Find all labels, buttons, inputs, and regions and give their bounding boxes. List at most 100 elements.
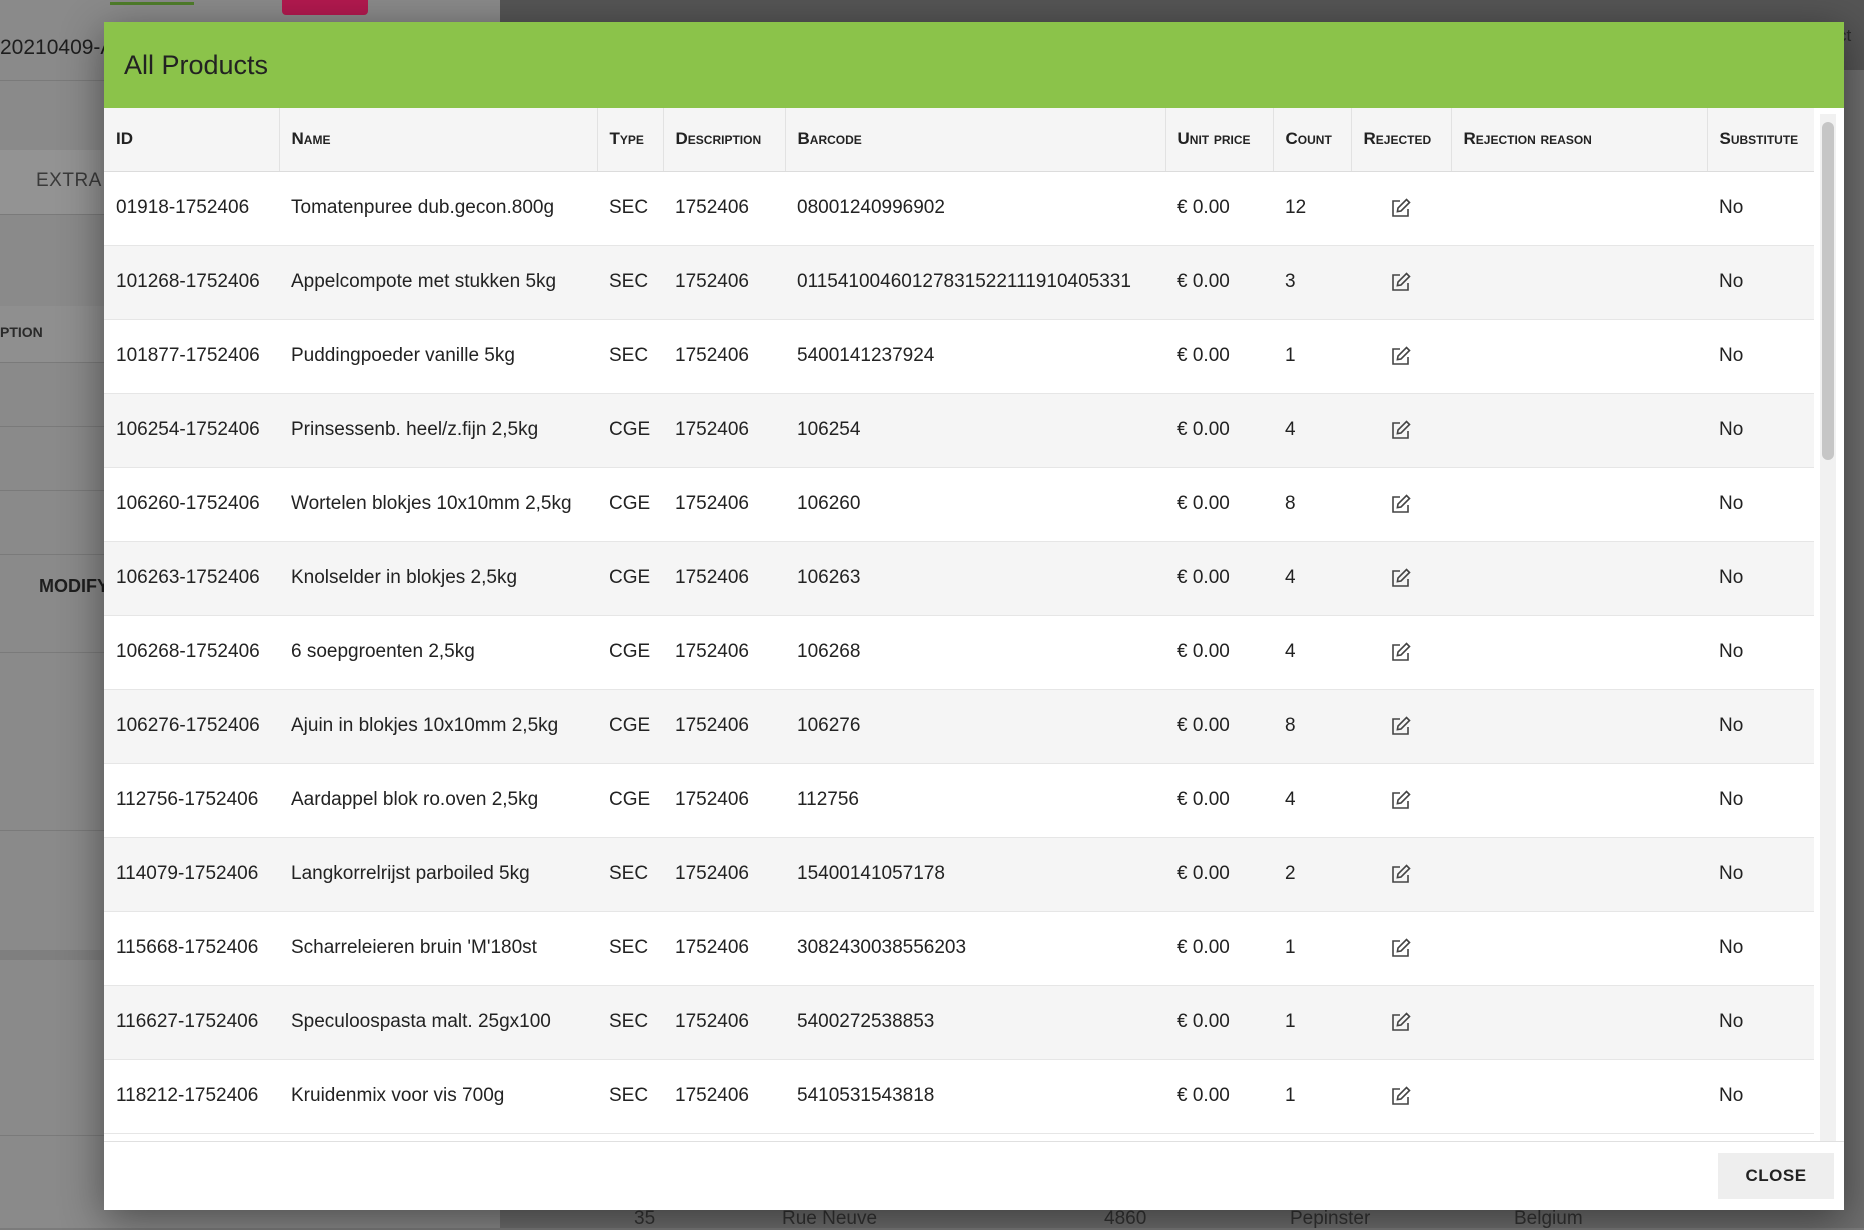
cell-count: 4	[1273, 615, 1351, 690]
table-row[interactable]: 01918-1752406 Tomatenpuree dub.gecon.800g…	[104, 171, 1814, 246]
cell-description: 1752406	[663, 541, 785, 616]
column-header-rejection-reason[interactable]: Rejection reason	[1451, 108, 1708, 172]
edit-icon[interactable]	[1389, 788, 1413, 812]
edit-icon[interactable]	[1389, 640, 1413, 664]
cell-unit-price: € 0.00	[1165, 393, 1273, 468]
edit-icon[interactable]	[1389, 714, 1413, 738]
column-header-name[interactable]: Name	[279, 108, 598, 172]
cell-barcode: 106268	[785, 615, 1165, 690]
cell-id: 106260-1752406	[104, 467, 279, 542]
column-header-type[interactable]: Type	[597, 108, 664, 172]
cell-barcode: 106260	[785, 467, 1165, 542]
close-button[interactable]: CLOSE	[1718, 1153, 1834, 1199]
address-street: Rue Neuve	[782, 1208, 878, 1229]
cell-name: Scharreleieren bruin 'M'180st	[279, 911, 597, 986]
cell-type: CGE	[597, 763, 663, 838]
edit-icon[interactable]	[1389, 862, 1413, 886]
edit-icon[interactable]	[1389, 492, 1413, 516]
cell-rejected	[1351, 985, 1451, 1060]
column-header-count[interactable]: Count	[1273, 108, 1352, 172]
cell-unit-price: € 0.00	[1165, 1059, 1273, 1134]
cell-description: 1752406	[663, 615, 785, 690]
table-row[interactable]: 106276-1752406 Ajuin in blokjes 10x10mm 2…	[104, 689, 1814, 764]
column-header-description[interactable]: Description	[663, 108, 786, 172]
cell-substitute: No	[1707, 245, 1814, 320]
cell-substitute: No	[1707, 319, 1814, 394]
table-row[interactable]: 106260-1752406 Wortelen blokjes 10x10mm 2…	[104, 467, 1814, 542]
cell-rejected	[1351, 245, 1451, 320]
table-row[interactable]: 118212-1752406 Kruidenmix voor vis 700g SE…	[104, 1059, 1814, 1134]
cell-rejection-reason	[1451, 319, 1707, 394]
column-header-barcode[interactable]: Barcode	[785, 108, 1166, 172]
cell-type: SEC	[597, 245, 663, 320]
cell-barcode: 106254	[785, 393, 1165, 468]
edit-icon[interactable]	[1389, 270, 1413, 294]
cell-unit-price: € 0.00	[1165, 541, 1273, 616]
column-header-substitute[interactable]: Substitute	[1707, 108, 1814, 172]
cell-rejection-reason	[1451, 985, 1707, 1060]
cell-rejection-reason	[1451, 541, 1707, 616]
cell-rejection-reason	[1451, 171, 1707, 246]
cell-count: 4	[1273, 541, 1351, 616]
cell-description: 1752406	[663, 689, 785, 764]
cell-barcode: 5410531543818	[785, 1059, 1165, 1134]
cell-rejected	[1351, 467, 1451, 542]
cell-substitute: No	[1707, 985, 1814, 1060]
edit-icon[interactable]	[1389, 566, 1413, 590]
edit-icon[interactable]	[1389, 1084, 1413, 1108]
cell-type: SEC	[597, 171, 663, 246]
table-row[interactable]: 106254-1752406 Prinsessenb. heel/z.fijn 2…	[104, 393, 1814, 468]
cell-count: 1	[1273, 319, 1351, 394]
cell-unit-price: € 0.00	[1165, 837, 1273, 912]
cell-id: 106276-1752406	[104, 689, 279, 764]
cell-rejection-reason	[1451, 467, 1707, 542]
column-header-rejected[interactable]: Rejected	[1351, 108, 1452, 172]
cell-description: 1752406	[663, 245, 785, 320]
cell-rejected	[1351, 541, 1451, 616]
table-row[interactable]: 106263-1752406 Knolselder in blokjes 2,5k…	[104, 541, 1814, 616]
cell-id: 114079-1752406	[104, 837, 279, 912]
cell-id: 115668-1752406	[104, 911, 279, 986]
edit-icon[interactable]	[1389, 1010, 1413, 1034]
cell-unit-price: € 0.00	[1165, 985, 1273, 1060]
cell-rejected	[1351, 837, 1451, 912]
edit-icon[interactable]	[1389, 196, 1413, 220]
cell-id: 01918-1752406	[104, 171, 279, 246]
table-row[interactable]: 112756-1752406 Aardappel blok ro.oven 2,5…	[104, 763, 1814, 838]
edit-icon[interactable]	[1389, 344, 1413, 368]
dialog-title: All Products	[124, 49, 269, 80]
column-header-unit-price[interactable]: Unit price	[1165, 108, 1274, 172]
cell-rejection-reason	[1451, 393, 1707, 468]
cell-count: 4	[1273, 763, 1351, 838]
table-row[interactable]: 101877-1752406 Puddingpoeder vanille 5kg S…	[104, 319, 1814, 394]
cell-type: SEC	[597, 985, 663, 1060]
modify-button[interactable]: MODIFY	[39, 576, 109, 597]
table-row[interactable]: 101268-1752406 Appelcompote met stukken 5…	[104, 245, 1814, 320]
cell-description: 1752406	[663, 985, 785, 1060]
cell-unit-price: € 0.00	[1165, 911, 1273, 986]
scrollbar-thumb[interactable]	[1822, 122, 1834, 460]
cell-unit-price: € 0.00	[1165, 763, 1273, 838]
table-row[interactable]: 106268-1752406 6 soepgroenten 2,5kg CGE 175…	[104, 615, 1814, 690]
table-scrollbar[interactable]	[1820, 114, 1836, 1162]
cell-description: 1752406	[663, 911, 785, 986]
cell-barcode: 5400272538853	[785, 985, 1165, 1060]
table-row[interactable]: 114079-1752406 Langkorrelrijst parboiled …	[104, 837, 1814, 912]
column-header-id[interactable]: ID	[104, 108, 280, 172]
cell-id: 106254-1752406	[104, 393, 279, 468]
cell-rejection-reason	[1451, 689, 1707, 764]
cell-name: Wortelen blokjes 10x10mm 2,5kg	[279, 467, 597, 542]
cell-type: SEC	[597, 1059, 663, 1134]
edit-icon[interactable]	[1389, 936, 1413, 960]
all-products-dialog: All Products ID Name Type Description Ba…	[104, 22, 1844, 1210]
cell-count: 3	[1273, 245, 1351, 320]
cell-description: 1752406	[663, 1059, 785, 1134]
extra-tab[interactable]: EXTRA	[36, 170, 102, 192]
cell-type: CGE	[597, 689, 663, 764]
cell-type: SEC	[597, 319, 663, 394]
edit-icon[interactable]	[1389, 418, 1413, 442]
cell-name: Puddingpoeder vanille 5kg	[279, 319, 597, 394]
cell-rejection-reason	[1451, 763, 1707, 838]
table-row[interactable]: 116627-1752406 Speculoospasta malt. 25gx1…	[104, 985, 1814, 1060]
table-row[interactable]: 115668-1752406 Scharreleieren bruin 'M'18…	[104, 911, 1814, 986]
